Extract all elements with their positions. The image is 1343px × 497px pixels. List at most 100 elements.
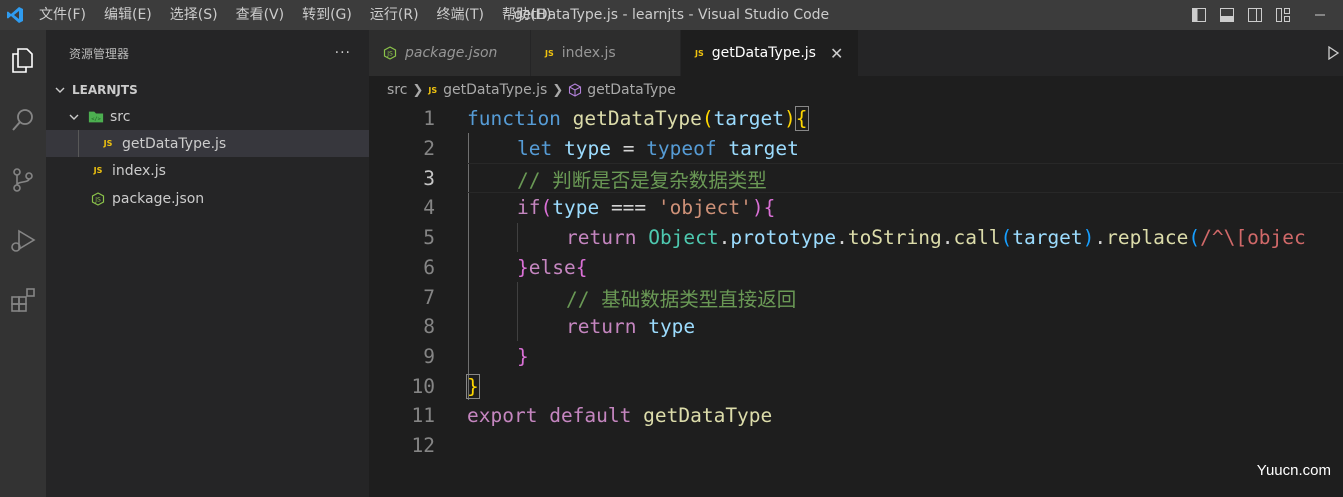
operator: = bbox=[610, 137, 647, 161]
toggle-secondary-sidebar-icon[interactable] bbox=[1241, 0, 1269, 30]
customize-layout-icon[interactable] bbox=[1269, 0, 1297, 30]
bracket: ( bbox=[1000, 226, 1013, 250]
keyword: let bbox=[517, 137, 553, 161]
variable: type bbox=[552, 196, 600, 220]
line-number: 1 bbox=[423, 107, 435, 131]
javascript-file-icon: JS bbox=[545, 48, 554, 58]
keyword: return bbox=[566, 226, 637, 250]
line-number: 5 bbox=[423, 226, 435, 250]
close-icon[interactable]: ✕ bbox=[830, 44, 843, 63]
menu-selection[interactable]: 选择(S) bbox=[161, 0, 227, 30]
bracket: ( bbox=[1188, 226, 1201, 250]
tab-getdatatype-js[interactable]: JS getDataType.js ✕ bbox=[681, 30, 859, 76]
breadcrumb-symbol[interactable]: getDataType bbox=[587, 82, 676, 98]
tree-folder-src[interactable]: </> src bbox=[46, 103, 369, 130]
chevron-down-icon bbox=[52, 82, 68, 98]
tree-label: index.js bbox=[112, 162, 166, 179]
property: prototype bbox=[730, 226, 837, 250]
operator: . bbox=[941, 226, 954, 250]
breadcrumb: src ❯ JS getDataType.js ❯ getDataType bbox=[369, 76, 1343, 104]
extensions-icon[interactable] bbox=[0, 276, 46, 324]
code-content: export default getDataType bbox=[467, 404, 772, 427]
breadcrumb-folder[interactable]: src bbox=[387, 82, 407, 98]
tree-label: getDataType.js bbox=[122, 135, 227, 152]
code-line: 12 bbox=[369, 431, 1343, 461]
code-line: 3 // 判断是否是复杂数据类型 bbox=[369, 163, 1343, 193]
explorer-icon[interactable] bbox=[0, 36, 46, 84]
operator: . bbox=[836, 226, 848, 250]
menu-run[interactable]: 运行(R) bbox=[361, 0, 428, 30]
bracket: { bbox=[794, 106, 809, 132]
function-name: getDataType bbox=[643, 404, 773, 428]
menu-go[interactable]: 转到(G) bbox=[293, 0, 361, 30]
tab-label: getDataType.js bbox=[711, 45, 816, 61]
code-content: let type = typeof target bbox=[517, 137, 799, 160]
tree-file-getdatatype[interactable]: JS getDataType.js bbox=[46, 130, 369, 157]
code-content: // 判断是否是复杂数据类型 bbox=[517, 164, 767, 193]
chevron-right-icon: ❯ bbox=[552, 82, 564, 98]
chevron-down-icon bbox=[66, 109, 82, 125]
tree-file-package[interactable]: JS package.json bbox=[46, 185, 369, 212]
javascript-file-icon: JS bbox=[695, 48, 704, 58]
code-line: 7 // 基础数据类型直接返回 bbox=[369, 282, 1343, 312]
menu-terminal[interactable]: 终端(T) bbox=[428, 0, 493, 30]
title-controls bbox=[1185, 0, 1343, 30]
editor-tabs: JS package.json JS index.js JS getDataTy… bbox=[369, 30, 1343, 76]
toggle-sidebar-icon[interactable] bbox=[1185, 0, 1213, 30]
toggle-panel-icon[interactable] bbox=[1213, 0, 1241, 30]
operator: . bbox=[1094, 226, 1107, 250]
run-debug-icon[interactable] bbox=[0, 216, 46, 264]
line-number: 10 bbox=[411, 374, 435, 398]
line-number: 8 bbox=[423, 315, 435, 339]
tree-label: src bbox=[110, 108, 131, 125]
variable: type bbox=[563, 137, 611, 161]
menu-edit[interactable]: 编辑(E) bbox=[95, 0, 161, 30]
menu-file[interactable]: 文件(F) bbox=[30, 0, 95, 30]
variable: target bbox=[1012, 226, 1083, 250]
line-number: 6 bbox=[423, 255, 435, 279]
breadcrumb-file[interactable]: getDataType.js bbox=[443, 82, 547, 98]
line-number: 3 bbox=[423, 166, 435, 190]
chevron-right-icon: ❯ bbox=[412, 82, 424, 98]
variable: type bbox=[648, 315, 696, 339]
bracket: } bbox=[517, 255, 529, 279]
keyword: return bbox=[566, 315, 637, 339]
more-actions-icon[interactable]: ··· bbox=[335, 45, 351, 61]
tree-file-index[interactable]: JS index.js bbox=[46, 157, 369, 184]
symbol-method-icon bbox=[568, 83, 582, 97]
code-content: return type bbox=[566, 315, 695, 338]
code-line: 8 return type bbox=[369, 312, 1343, 342]
menu-view[interactable]: 查看(V) bbox=[227, 0, 294, 30]
folder-src-icon: </> bbox=[88, 109, 104, 125]
parameter: target bbox=[713, 107, 785, 131]
line-number: 9 bbox=[423, 344, 435, 368]
tab-package-json[interactable]: JS package.json bbox=[369, 30, 531, 76]
string: 'object' bbox=[657, 196, 752, 220]
menu-bar: 文件(F) 编辑(E) 选择(S) 查看(V) 转到(G) 运行(R) 终端(T… bbox=[30, 0, 560, 30]
tab-index-js[interactable]: JS index.js bbox=[531, 30, 681, 76]
search-icon[interactable] bbox=[0, 96, 46, 144]
menu-help[interactable]: 帮助(H) bbox=[493, 0, 560, 30]
code-line: 1 function getDataType(target){ bbox=[369, 104, 1343, 134]
project-root[interactable]: LEARNJTS bbox=[46, 76, 369, 103]
minimize-icon[interactable] bbox=[1297, 0, 1343, 30]
javascript-file-icon: JS bbox=[103, 139, 113, 148]
operator: . bbox=[718, 226, 731, 250]
bracket: ) bbox=[751, 196, 764, 220]
code-content: } bbox=[466, 373, 480, 399]
code-editor[interactable]: 1 function getDataType(target){ 2 let ty… bbox=[369, 104, 1343, 497]
operator: === bbox=[599, 196, 658, 220]
keyword: export bbox=[467, 404, 538, 428]
code-line: 5 return Object.prototype.toString.call(… bbox=[369, 223, 1343, 253]
explorer-sidebar: 资源管理器 ··· LEARNJTS </> src JS getDataTyp… bbox=[46, 30, 369, 497]
bracket: } bbox=[466, 373, 480, 399]
svg-text:</>: </> bbox=[91, 116, 101, 122]
bracket: ( bbox=[701, 107, 714, 131]
function-name: getDataType bbox=[572, 107, 702, 131]
svg-text:JS: JS bbox=[386, 51, 393, 58]
run-code-icon[interactable] bbox=[1323, 30, 1343, 76]
source-control-icon[interactable] bbox=[0, 156, 46, 204]
line-number: 11 bbox=[411, 404, 435, 428]
code-line: 6 }else{ bbox=[369, 253, 1343, 283]
project-name: LEARNJTS bbox=[72, 82, 138, 97]
